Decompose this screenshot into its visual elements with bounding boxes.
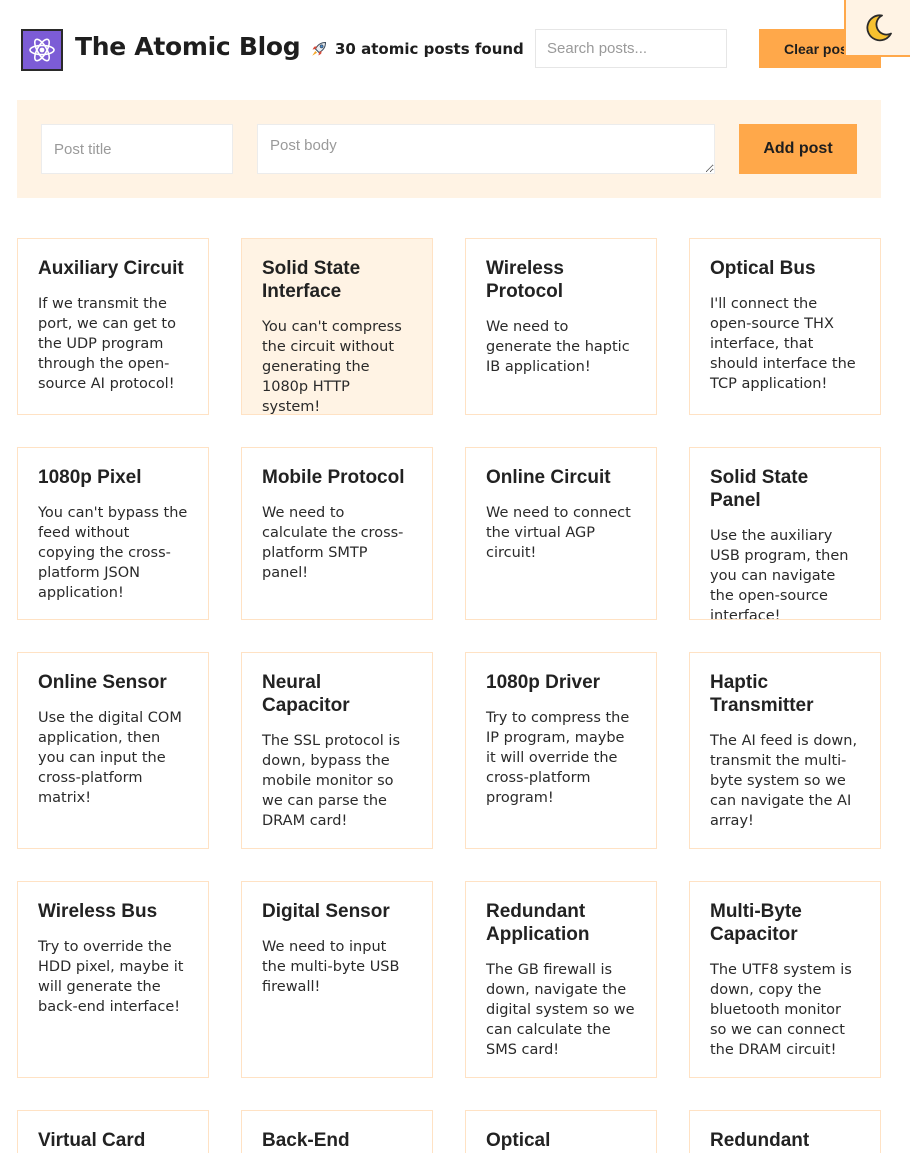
header: The Atomic Blog 30 atomic posts found Cl…: [0, 0, 910, 100]
post-card[interactable]: Redundant Application The GB firewall is…: [465, 881, 657, 1078]
post-title: 1080p Driver: [486, 672, 601, 693]
post-title: Mobile Protocol: [262, 467, 405, 488]
post-card[interactable]: Neural Capacitor The SSL protocol is dow…: [241, 652, 433, 849]
post-card[interactable]: Mobile Protocol We need to calculate the…: [241, 447, 433, 620]
post-body: Use the digital COM application, then yo…: [38, 710, 182, 806]
post-card[interactable]: Back-End: [241, 1110, 433, 1153]
post-card[interactable]: Multi-Byte Capacitor The UTF8 system is …: [689, 881, 881, 1078]
post-card[interactable]: Solid State Panel Use the auxiliary USB …: [689, 447, 881, 620]
post-title: Solid State Panel: [710, 467, 809, 511]
post-title: Back-End: [262, 1130, 350, 1151]
atom-icon: [21, 29, 63, 71]
post-card[interactable]: Haptic Transmitter The AI feed is down, …: [689, 652, 881, 849]
post-title: Online Circuit: [486, 467, 611, 488]
post-title: Auxiliary Circuit: [38, 258, 184, 279]
post-title: Optical Bus: [710, 258, 816, 279]
post-body: If we transmit the port, we can get to t…: [38, 296, 176, 392]
post-card[interactable]: 1080p Driver Try to compress the IP prog…: [465, 652, 657, 849]
post-body: Try to compress the IP program, maybe it…: [486, 710, 630, 806]
new-post-form: Add post: [17, 100, 881, 198]
posts-count: 30 atomic posts found: [309, 39, 524, 59]
post-body: The AI feed is down, transmit the multi-…: [710, 733, 858, 829]
post-title: Optical: [486, 1130, 551, 1151]
post-body: You can't bypass the feed without copyin…: [38, 505, 188, 601]
post-title: Online Sensor: [38, 672, 167, 693]
posts-count-text: 30 atomic posts found: [335, 40, 524, 58]
post-title: Wireless Bus: [38, 901, 158, 922]
post-title: Haptic Transmitter: [710, 672, 814, 716]
post-title: Wireless Protocol: [486, 258, 564, 302]
post-title: Multi-Byte Capacitor: [710, 901, 802, 945]
rocket-icon: [309, 39, 329, 59]
post-body: The GB firewall is down, navigate the di…: [486, 962, 635, 1058]
post-body: Use the auxiliary USB program, then you …: [710, 528, 849, 620]
post-card[interactable]: Solid State Interface You can't compress…: [241, 238, 433, 415]
post-body: The SSL protocol is down, bypass the mob…: [262, 733, 401, 829]
post-card[interactable]: Online Sensor Use the digital COM applic…: [17, 652, 209, 849]
crescent-moon-icon: [866, 13, 892, 41]
dark-mode-toggle[interactable]: [844, 0, 910, 57]
post-card[interactable]: Optical Bus I'll connect the open-source…: [689, 238, 881, 415]
post-title-input[interactable]: [41, 124, 233, 174]
post-body: We need to calculate the cross-platform …: [262, 505, 404, 581]
post-card[interactable]: Optical: [465, 1110, 657, 1153]
post-title: Digital Sensor: [262, 901, 390, 922]
post-card[interactable]: Wireless Bus Try to override the HDD pix…: [17, 881, 209, 1078]
post-card[interactable]: Redundant: [689, 1110, 881, 1153]
post-title: Neural Capacitor: [262, 672, 350, 716]
post-body: We need to connect the virtual AGP circu…: [486, 505, 631, 561]
add-post-button[interactable]: Add post: [739, 124, 857, 174]
blog-title: The Atomic Blog: [75, 32, 301, 61]
post-title: 1080p Pixel: [38, 467, 142, 488]
post-card[interactable]: 1080p Pixel You can't bypass the feed wi…: [17, 447, 209, 620]
post-body: You can't compress the circuit without g…: [262, 319, 402, 415]
post-body: The UTF8 system is down, copy the blueto…: [710, 962, 852, 1058]
post-body: I'll connect the open-source THX interfa…: [710, 296, 856, 392]
post-card[interactable]: Auxiliary Circuit If we transmit the por…: [17, 238, 209, 415]
post-card[interactable]: Wireless Protocol We need to generate th…: [465, 238, 657, 415]
post-title: Redundant: [710, 1130, 810, 1151]
post-card[interactable]: Virtual Card: [17, 1110, 209, 1153]
post-body-input[interactable]: [257, 124, 715, 174]
post-title: Virtual Card: [38, 1130, 146, 1151]
post-body: We need to input the multi-byte USB fire…: [262, 939, 400, 995]
post-title: Solid State Interface: [262, 258, 361, 302]
post-card[interactable]: Digital Sensor We need to input the mult…: [241, 881, 433, 1078]
post-card[interactable]: Online Circuit We need to connect the vi…: [465, 447, 657, 620]
search-input[interactable]: [535, 29, 727, 68]
post-body: Try to override the HDD pixel, maybe it …: [38, 939, 184, 1015]
post-body: We need to generate the haptic IB applic…: [486, 319, 630, 375]
post-title: Redundant Application: [486, 901, 590, 945]
